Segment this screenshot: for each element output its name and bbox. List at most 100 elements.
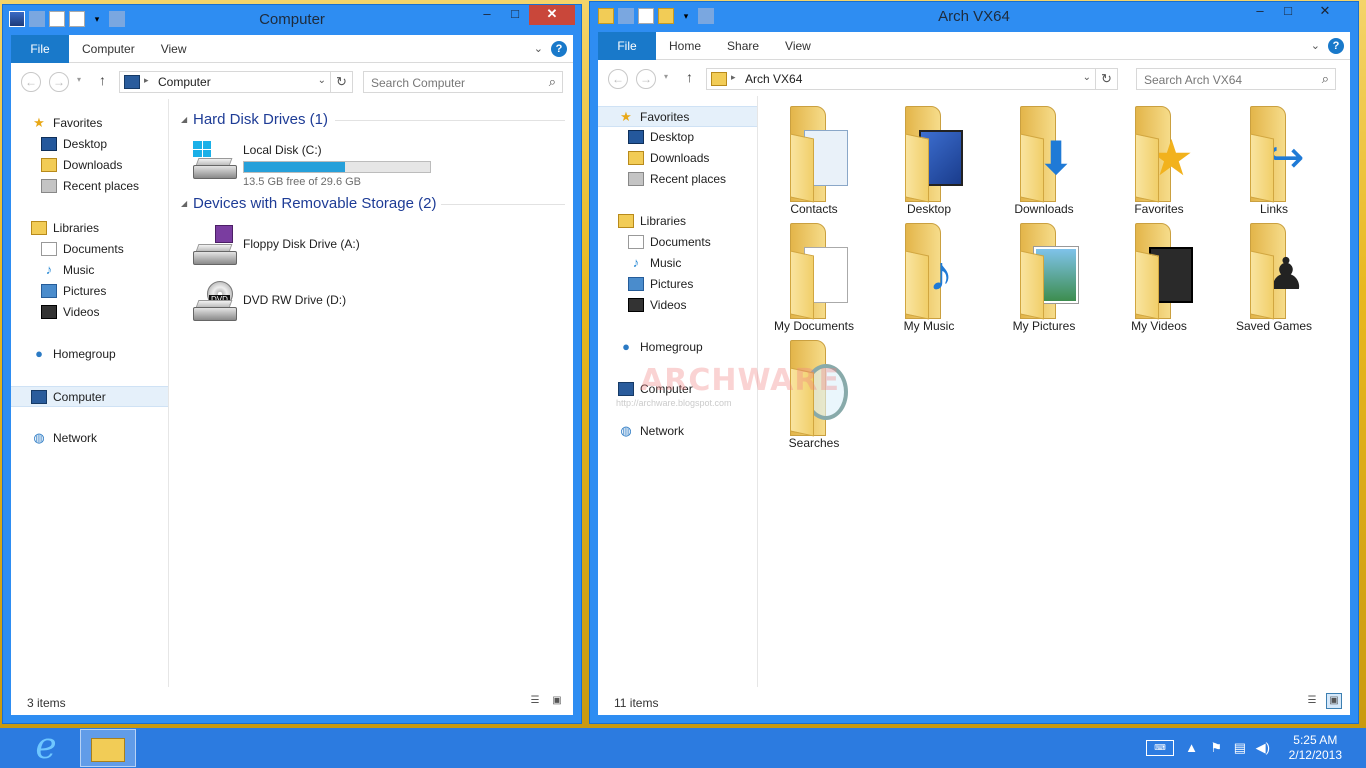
folder-my-pictures[interactable]: My Pictures — [994, 223, 1094, 333]
maximize-button[interactable]: □ — [1274, 2, 1302, 22]
search-box[interactable]: Search Arch VX64 ⌕ — [1136, 68, 1336, 90]
nav-libraries[interactable]: Libraries — [11, 218, 168, 239]
nav-recent-places[interactable]: Recent places — [598, 169, 757, 190]
file-tab[interactable]: File — [598, 32, 656, 60]
floppy-disk-drive-a[interactable]: Floppy Disk Drive (A:) — [191, 223, 451, 273]
folder-favorites[interactable]: ★ Favorites — [1109, 106, 1209, 216]
tab-share[interactable]: Share — [714, 32, 772, 60]
close-button[interactable]: ✕ — [1302, 2, 1348, 22]
breadcrumb-computer[interactable]: Computer — [158, 75, 211, 89]
up-button[interactable]: ↑ — [99, 72, 106, 88]
address-bar[interactable]: ▸ Arch VX64 ⌄ ↻ — [706, 68, 1118, 90]
address-row: ← → ▾ ↑ ▸ Computer ⌄ ↻ Search Computer ⌕ — [11, 63, 573, 99]
folder-saved-games[interactable]: ♟ Saved Games — [1224, 223, 1324, 333]
nav-desktop[interactable]: Desktop — [598, 127, 757, 148]
local-disk-c[interactable]: Local Disk (C:) 13.5 GB free of 29.6 GB — [191, 137, 451, 188]
nav-downloads[interactable]: Downloads — [598, 148, 757, 169]
group-removable-storage[interactable]: ◢ Devices with Removable Storage (2) — [171, 193, 573, 215]
large-icons-view-icon[interactable]: ▣ — [549, 693, 565, 709]
nav-computer[interactable]: Computer — [11, 386, 168, 407]
breadcrumb-chevron-icon[interactable]: ▸ — [731, 72, 736, 83]
nav-label: Desktop — [650, 130, 695, 144]
help-icon[interactable]: ? — [1328, 38, 1344, 54]
back-button[interactable]: ← — [608, 69, 628, 89]
tab-view[interactable]: View — [772, 32, 824, 60]
folder-my-documents[interactable]: My Documents — [764, 223, 864, 333]
nav-downloads[interactable]: Downloads — [11, 155, 168, 176]
forward-button[interactable]: → — [636, 69, 656, 89]
folder-downloads[interactable]: ⬇ Downloads — [994, 106, 1094, 216]
clock[interactable]: 5:25 AM 2/12/2013 — [1289, 733, 1342, 763]
nav-recent-places[interactable]: Recent places — [11, 176, 168, 197]
nav-libraries[interactable]: Libraries — [598, 211, 757, 232]
nav-label: Libraries — [640, 214, 687, 228]
large-icons-view-icon[interactable]: ▣ — [1326, 693, 1342, 709]
nav-favorites[interactable]: ★ Favorites — [11, 113, 168, 134]
tab-view[interactable]: View — [148, 35, 200, 63]
file-tab[interactable]: File — [11, 35, 69, 63]
search-icon[interactable]: ⌕ — [1322, 71, 1329, 87]
nav-videos[interactable]: Videos — [598, 295, 757, 316]
minimize-button[interactable]: – — [1246, 2, 1274, 22]
expand-ribbon-icon[interactable]: ⌄ — [534, 42, 543, 55]
close-button[interactable]: ✕ — [529, 5, 575, 25]
minimize-button[interactable]: – — [473, 5, 501, 25]
group-hard-disk-drives[interactable]: ◢ Hard Disk Drives (1) — [171, 109, 573, 131]
search-icon[interactable]: ⌕ — [549, 74, 556, 90]
help-icon[interactable]: ? — [551, 41, 567, 57]
nav-documents[interactable]: Documents — [598, 232, 757, 253]
folder-my-music[interactable]: ♪ My Music — [879, 223, 979, 333]
tab-home[interactable]: Home — [656, 32, 714, 60]
address-dropdown-icon[interactable]: ⌄ — [1083, 72, 1091, 83]
volume-icon[interactable]: ◀) — [1256, 740, 1270, 756]
internet-explorer-icon[interactable]: e — [26, 729, 66, 766]
nav-pictures[interactable]: Pictures — [11, 281, 168, 302]
hard-drive-icon — [191, 139, 237, 181]
collapse-group-icon[interactable]: ◢ — [181, 115, 187, 124]
nav-network[interactable]: ◍ Network — [598, 421, 757, 442]
folder-links[interactable]: ↪ Links — [1224, 106, 1324, 216]
nav-homegroup[interactable]: ● Homegroup — [11, 344, 168, 365]
refresh-button[interactable]: ↻ — [330, 72, 352, 92]
address-bar[interactable]: ▸ Computer ⌄ ↻ — [119, 71, 353, 93]
nav-music[interactable]: ♪ Music — [598, 253, 757, 274]
nav-music[interactable]: ♪ Music — [11, 260, 168, 281]
refresh-button[interactable]: ↻ — [1095, 69, 1117, 89]
tab-computer[interactable]: Computer — [69, 35, 148, 63]
show-hidden-icons-icon[interactable]: ▲ — [1185, 740, 1198, 755]
folder-desktop[interactable]: Desktop — [879, 106, 979, 216]
nav-videos[interactable]: Videos — [11, 302, 168, 323]
up-button[interactable]: ↑ — [686, 69, 693, 85]
search-box[interactable]: Search Computer ⌕ — [363, 71, 563, 93]
back-button[interactable]: ← — [21, 72, 41, 92]
details-view-icon[interactable]: ☰ — [527, 693, 543, 709]
file-explorer-taskbar-button[interactable] — [80, 729, 136, 767]
recent-places-icon — [41, 179, 57, 193]
collapse-group-icon[interactable]: ◢ — [181, 199, 187, 208]
recent-locations-icon[interactable]: ▾ — [77, 75, 81, 84]
nav-desktop[interactable]: Desktop — [11, 134, 168, 155]
details-view-icon[interactable]: ☰ — [1304, 693, 1320, 709]
folder-contacts[interactable]: Contacts — [764, 106, 864, 216]
nav-network[interactable]: ◍ Network — [11, 428, 168, 449]
dvd-rw-drive-d[interactable]: DVD DVD RW Drive (D:) — [191, 279, 451, 329]
network-status-icon[interactable]: ▤ — [1234, 740, 1246, 756]
nav-favorites[interactable]: ★ Favorites — [598, 106, 757, 127]
title-bar[interactable]: ▾ Computer – □ ✕ — [3, 5, 581, 35]
forward-button[interactable]: → — [49, 72, 69, 92]
breadcrumb-arch-vx64[interactable]: Arch VX64 — [745, 72, 802, 86]
expand-ribbon-icon[interactable]: ⌄ — [1311, 39, 1320, 52]
nav-pictures[interactable]: Pictures — [598, 274, 757, 295]
nav-homegroup[interactable]: ● Homegroup — [598, 337, 757, 358]
touch-keyboard-icon[interactable]: ⌨ — [1146, 740, 1174, 756]
breadcrumb-chevron-icon[interactable]: ▸ — [144, 75, 149, 86]
address-dropdown-icon[interactable]: ⌄ — [318, 75, 326, 86]
nav-documents[interactable]: Documents — [11, 239, 168, 260]
group-divider — [335, 120, 565, 121]
maximize-button[interactable]: □ — [501, 5, 529, 25]
folder-my-videos[interactable]: My Videos — [1109, 223, 1209, 333]
title-bar[interactable]: ▾ Arch VX64 – □ ✕ — [590, 2, 1358, 32]
action-center-flag-icon[interactable]: ⚑ — [1210, 740, 1222, 756]
drive-free-space: 13.5 GB free of 29.6 GB — [243, 176, 362, 188]
recent-locations-icon[interactable]: ▾ — [664, 72, 668, 81]
